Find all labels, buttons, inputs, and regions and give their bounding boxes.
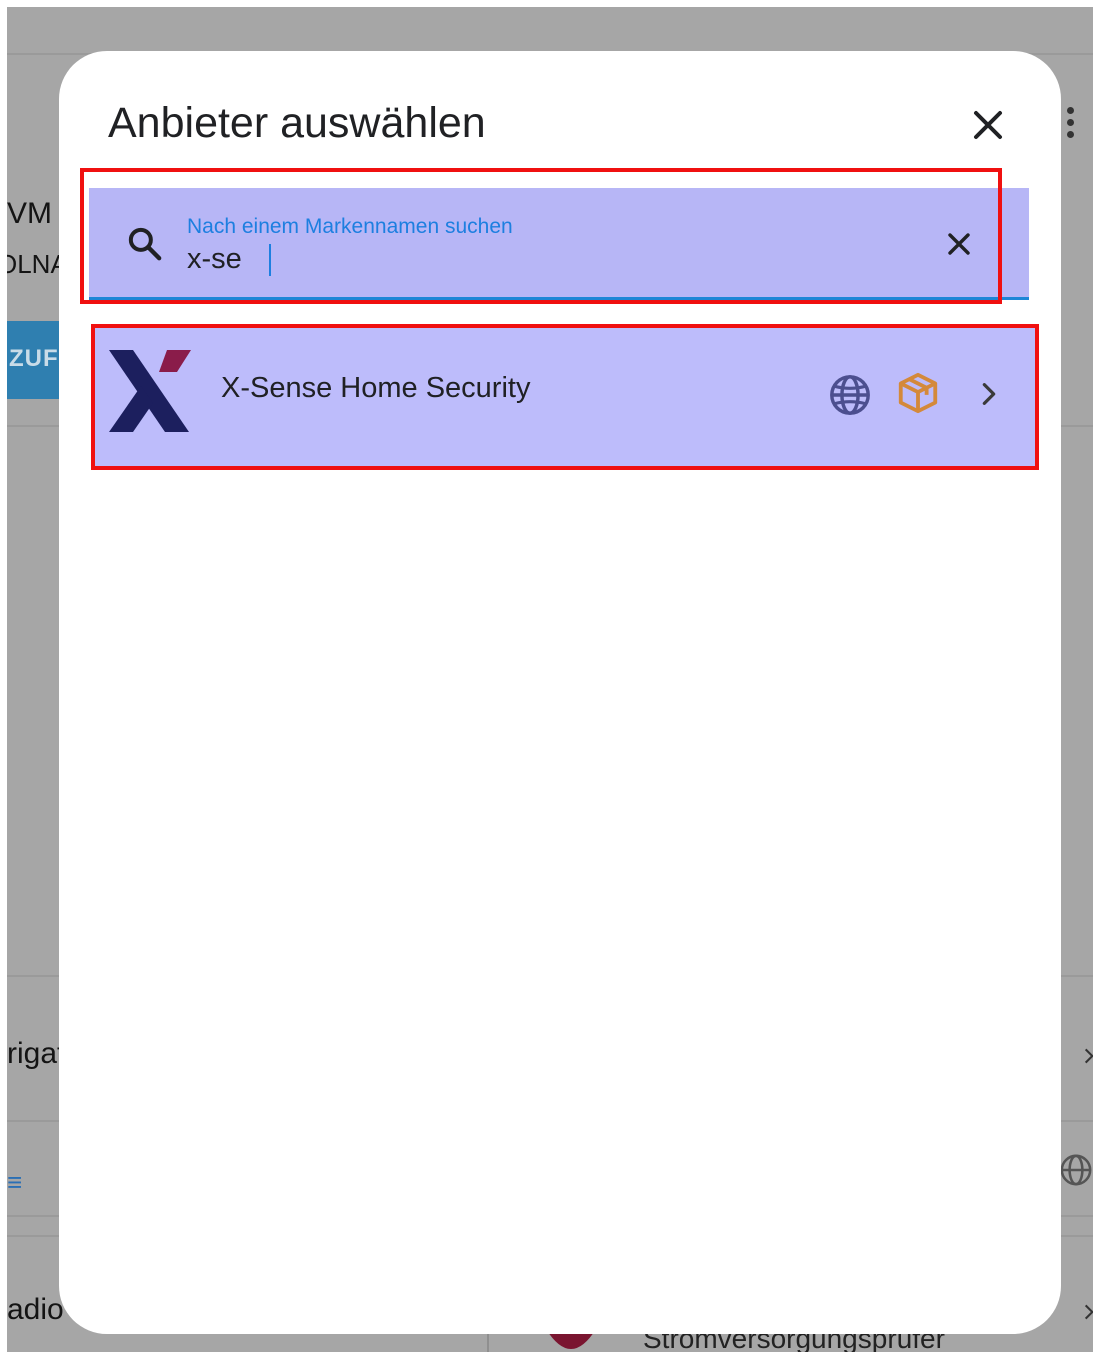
clear-search-button[interactable] [942,227,976,261]
close-button[interactable] [964,101,1012,149]
chevron-right-icon [1084,1048,1093,1064]
package-icon [898,372,938,414]
x-sense-logo [109,350,191,432]
close-icon[interactable] [964,101,1012,149]
bg-text-fragment: adio [7,1293,64,1326]
bg-text-fragment: VM [7,197,52,230]
dialog-title: Anbieter auswählen [108,99,486,147]
text-cursor [269,244,271,276]
globe-icon [830,375,870,415]
bg-button[interactable]: ZUF [7,321,67,399]
search-icon [128,227,162,261]
bg-text-fragment: rigat [7,1037,66,1070]
chevron-right-icon [1084,1304,1093,1320]
search-underline [89,297,1029,300]
search-label: Nach einem Markennamen suchen [187,215,513,238]
search-field[interactable]: Nach einem Markennamen suchen [89,188,1029,298]
chevron-right-icon[interactable] [973,378,1005,410]
bg-glyph: ≡ [7,1167,23,1197]
result-label: X-Sense Home Security [221,372,531,404]
globe-icon [1060,1154,1092,1186]
select-brand-dialog: Anbieter auswählen Nach einem Markenname… [59,51,1061,1334]
list-item[interactable]: X-Sense Home Security [91,324,1039,470]
more-menu-icon[interactable] [1067,107,1075,143]
bg-button-label: ZUF [9,345,59,372]
search-input[interactable] [187,241,827,277]
close-icon[interactable] [942,227,976,261]
